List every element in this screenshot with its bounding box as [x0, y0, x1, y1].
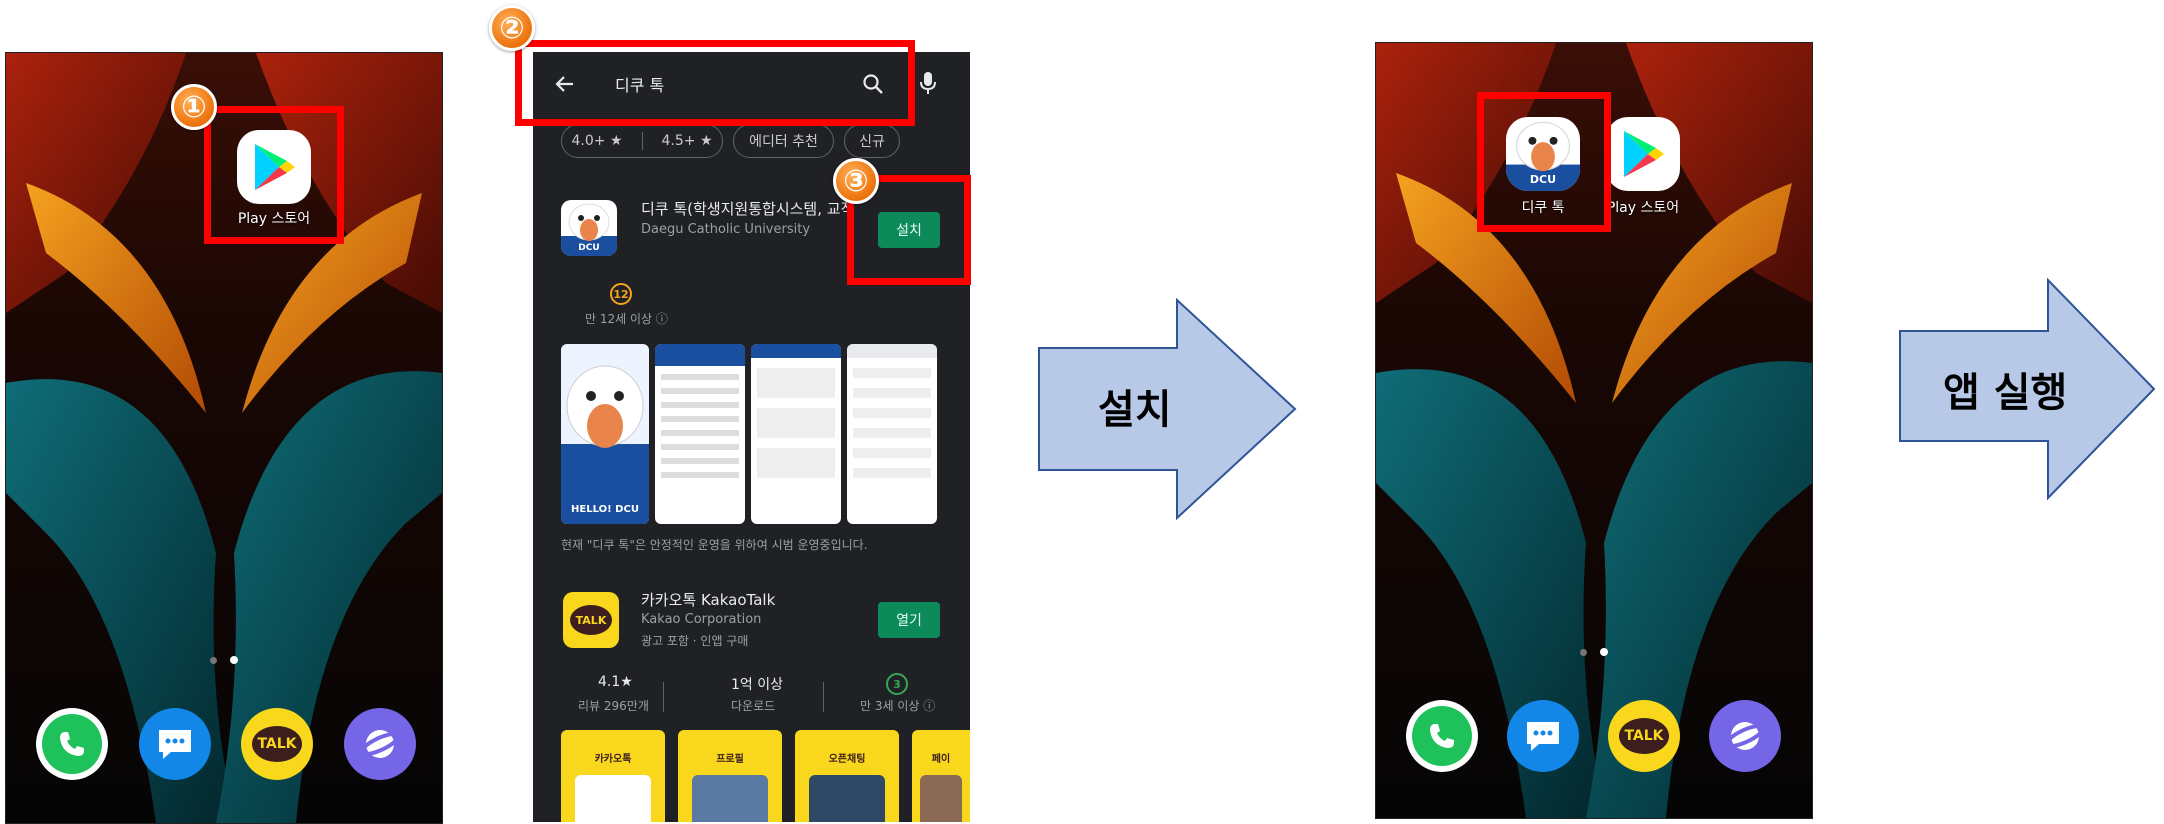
stat-divider: [663, 682, 664, 712]
banner-title: 페이: [931, 754, 951, 765]
dcu-app-icon[interactable]: DCU: [561, 200, 617, 256]
banner-title: 카카오톡: [594, 754, 632, 765]
filter-editor-pick[interactable]: 에디터 추천: [733, 124, 834, 158]
banner-kakaotalk[interactable]: 카카오톡: [561, 730, 665, 822]
age-rating-badge: 12: [610, 283, 632, 305]
talk-bubble: TALK: [570, 605, 612, 635]
highlight-play-store: [204, 106, 344, 244]
play-store-app-icon[interactable]: [1606, 117, 1680, 191]
launch-arrow-label: 앱 실행: [1943, 370, 2068, 416]
pilot-notice: 현재 "디쿠 톡"은 안정적인 운영을 위하여 시범 운영중입니다.: [561, 538, 868, 552]
highlight-search-bar: [515, 40, 915, 126]
filter-chip-rating[interactable]: 4.0+ ★ 4.5+ ★: [561, 124, 723, 158]
kakaotalk-developer: Kakao Corporation: [641, 612, 762, 627]
filter-4-0[interactable]: 4.0+ ★: [572, 133, 623, 149]
kakaotalk-app-icon[interactable]: TALK: [241, 708, 313, 780]
kakaotalk-app-icon[interactable]: TALK: [563, 592, 619, 648]
internet-app-icon[interactable]: [1709, 700, 1781, 772]
phone-app-icon[interactable]: [36, 708, 108, 780]
banner-title: 프로필: [716, 754, 744, 765]
dcu-app-name[interactable]: 디쿠 톡(학생지원통합시스템, 교직원: [641, 198, 851, 219]
kakaotalk-age-text: 만 3세 이상 ⓘ: [860, 699, 936, 713]
messages-app-icon[interactable]: [1507, 700, 1579, 772]
kakaotalk-age-badge: 3: [886, 673, 908, 695]
mic-icon[interactable]: [918, 70, 938, 96]
step-2-badge: ②: [489, 5, 535, 51]
page-indicator-dot-active: [1600, 648, 1608, 656]
talk-bubble: TALK: [1619, 718, 1669, 754]
page-indicator-dot: [1580, 649, 1587, 656]
internet-app-icon[interactable]: [344, 708, 416, 780]
dcu-app-developer: Daegu Catholic University: [641, 222, 811, 237]
chip-divider: [641, 132, 643, 150]
stat-divider: [823, 682, 824, 712]
highlight-dcu-talk: [1477, 92, 1611, 232]
screenshot-menu[interactable]: [655, 344, 745, 524]
install-arrow-label: 설치: [1098, 387, 1172, 433]
filter-4-5[interactable]: 4.5+ ★: [662, 133, 713, 149]
banner-pay[interactable]: 페이: [912, 730, 970, 822]
messages-icon: [1527, 722, 1559, 751]
kakaotalk-downloads: 1억 이상: [731, 677, 783, 693]
screenshot-chat[interactable]: [847, 344, 937, 524]
hello-dcu-text: HELLO! DCU: [571, 504, 639, 515]
phone-app-icon[interactable]: [1406, 700, 1478, 772]
kakaotalk-name[interactable]: 카카오톡 KakaoTalk: [641, 589, 775, 610]
open-button[interactable]: 열기: [878, 602, 940, 638]
messages-icon: [159, 730, 191, 759]
kakaotalk-reviews: 리뷰 296만개: [578, 699, 649, 713]
talk-bubble: TALK: [252, 726, 302, 762]
phone-icon: [1430, 724, 1454, 748]
page-indicator-dot-active: [230, 656, 238, 664]
banner-openchat[interactable]: 오픈채팅: [795, 730, 899, 822]
screenshot-hello-dcu[interactable]: HELLO! DCU: [561, 344, 649, 524]
messages-app-icon[interactable]: [139, 708, 211, 780]
phone-icon: [60, 732, 84, 756]
banner-title: 오픈채팅: [828, 754, 866, 765]
kakaotalk-app-icon[interactable]: TALK: [1608, 700, 1680, 772]
kakaotalk-rating: 4.1★: [598, 674, 633, 690]
globe-icon: [359, 730, 401, 758]
kakaotalk-meta: 광고 포함 · 인앱 구매: [641, 634, 749, 648]
age-rating-text: 만 12세 이상 ⓘ: [585, 312, 668, 326]
page-indicator-dot: [210, 657, 217, 664]
banner-profile[interactable]: 프로필: [678, 730, 782, 822]
dcu-mascot-illustration: [561, 365, 649, 524]
play-store-screen: 디쿠 톡 4.0+ ★ 4.5+ ★ 에디터 추천 신규 DCU 디쿠 톡(학생…: [533, 52, 970, 822]
play-store-icon: [1624, 131, 1664, 177]
filter-new[interactable]: 신규: [844, 124, 900, 158]
step-1-badge: ①: [171, 84, 217, 130]
kakaotalk-downloads-label: 다운로드: [731, 699, 776, 713]
step-3-badge: ③: [833, 158, 879, 204]
dcu-icon-text: DCU: [578, 243, 600, 253]
globe-icon: [1724, 722, 1766, 750]
screenshot-notice[interactable]: [751, 344, 841, 524]
